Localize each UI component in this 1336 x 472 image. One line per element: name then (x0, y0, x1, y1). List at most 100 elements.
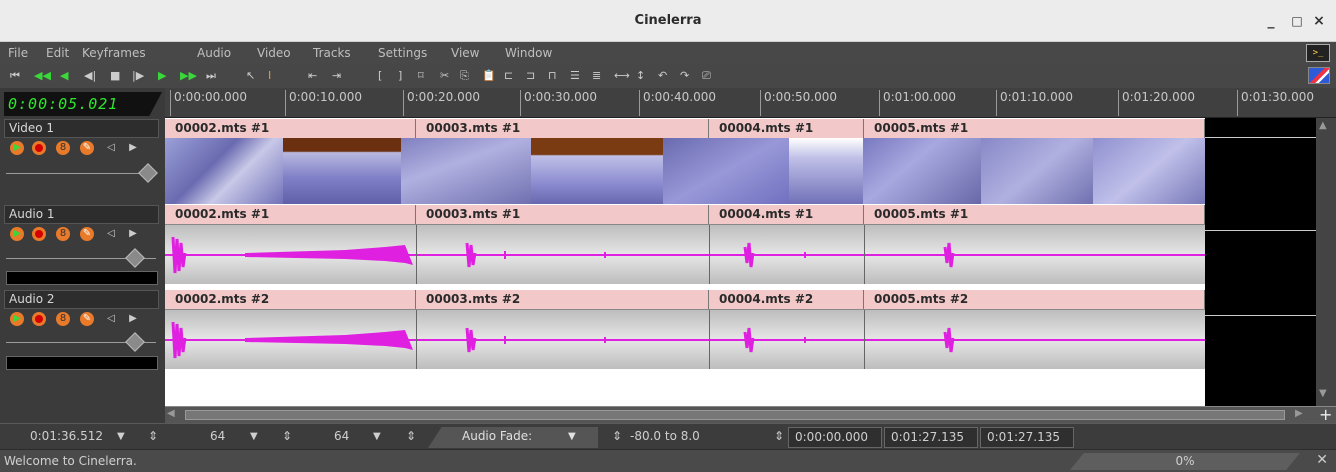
track-title-audio-2[interactable]: Audio 2 (4, 290, 159, 309)
toggle-label-icon[interactable]: ⌑ (418, 68, 424, 84)
label-prev-icon[interactable]: ⇤ (308, 68, 317, 84)
menu-file[interactable]: File (8, 46, 28, 60)
frame-back-icon[interactable]: ◀| (84, 68, 96, 84)
expand-track-icon[interactable]: ▶ (126, 312, 140, 326)
edit-title[interactable]: 00005.mts #1 (864, 205, 1205, 224)
track-title-video-1[interactable]: Video 1 (4, 119, 159, 138)
play-track-icon[interactable]: ▶ (10, 312, 24, 326)
vertical-scrollbar[interactable]: ▲ ▼ (1316, 118, 1336, 406)
cut-icon[interactable]: ✂ (440, 68, 449, 84)
menu-keyframes[interactable]: Keyframes (82, 46, 146, 60)
curve-range-field[interactable]: -80.0 to 8.0 (624, 427, 766, 448)
time-ruler[interactable]: 0:00:00.000 0:00:10.000 0:00:20.000 0:00… (165, 88, 1336, 118)
edit-title[interactable]: 00003.mts #1 (416, 119, 709, 138)
expand-track-icon[interactable]: ▶ (126, 141, 140, 155)
gang-track-icon[interactable]: 8 (56, 227, 70, 241)
mute-track-icon[interactable]: ◁ (104, 312, 118, 326)
edit-title[interactable]: 00003.mts #1 (416, 205, 709, 224)
copy-icon[interactable]: ⎘ (460, 68, 469, 84)
spin-arrows-icon[interactable]: ⇕ (148, 429, 158, 443)
gang-track-icon[interactable]: 8 (56, 141, 70, 155)
language-flag-icon[interactable] (1308, 67, 1330, 84)
mute-track-icon[interactable]: ◁ (104, 227, 118, 241)
dropdown-arrow-icon[interactable]: ▼ (250, 431, 258, 442)
record-track-icon[interactable] (32, 141, 46, 155)
dropdown-arrow-icon[interactable]: ▼ (373, 431, 381, 442)
edit-title[interactable]: 00002.mts #2 (165, 290, 416, 309)
sample-zoom-value[interactable]: 0:01:36.512 (30, 429, 103, 443)
play-track-icon[interactable]: ▶ (10, 141, 24, 155)
fader-knob[interactable] (125, 332, 145, 352)
ibeam-tool-icon[interactable]: I (268, 68, 271, 84)
fast-forward-icon[interactable]: ▶▶ (180, 68, 197, 84)
play-track-icon[interactable]: ▶ (10, 227, 24, 241)
play-reverse-icon[interactable]: ◀ (60, 68, 68, 84)
cancel-icon[interactable]: ✕ (1316, 452, 1328, 468)
scroll-thumb[interactable] (185, 410, 1285, 420)
menu-video[interactable]: Video (257, 46, 291, 60)
redo-icon[interactable]: ↷ (680, 68, 689, 84)
clear-icon[interactable]: ⎚ (702, 68, 711, 84)
stop-icon[interactable]: ■ (110, 68, 120, 84)
lift-icon[interactable]: ⊓ (548, 68, 557, 84)
record-track-icon[interactable] (32, 312, 46, 326)
amp-zoom-value[interactable]: 64 (210, 429, 225, 443)
command-prompt-icon[interactable]: >_ (1306, 44, 1330, 62)
edit-title[interactable]: 00004.mts #1 (709, 205, 864, 224)
gang-track-icon[interactable]: 8 (56, 312, 70, 326)
track-fader-video-1[interactable] (6, 173, 156, 174)
menu-tracks[interactable]: Tracks (313, 46, 351, 60)
undo-icon[interactable]: ↶ (658, 68, 667, 84)
dropdown-arrow-icon[interactable]: ▼ (568, 427, 576, 446)
scroll-up-icon[interactable]: ▲ (1319, 120, 1327, 131)
menu-settings[interactable]: Settings (378, 46, 427, 60)
edit-title[interactable]: 00004.mts #1 (709, 119, 864, 138)
rewind-start-icon[interactable]: ⏮ (10, 68, 20, 84)
spin-arrows-icon[interactable]: ⇕ (774, 429, 784, 443)
curve-mode-selector[interactable]: Audio Fade: ▼ (428, 427, 598, 448)
spin-arrows-icon[interactable]: ⇕ (282, 429, 292, 443)
track-zoom-value[interactable]: 64 (334, 429, 349, 443)
play-icon[interactable]: ▶ (158, 68, 166, 84)
menu-window[interactable]: Window (505, 46, 552, 60)
horizontal-scrollbar[interactable]: ◀ ▶ + (165, 405, 1336, 424)
record-track-icon[interactable] (32, 227, 46, 241)
selection-length-field[interactable]: 0:01:27.135 (980, 427, 1074, 448)
edit-title[interactable]: 00002.mts #1 (165, 119, 416, 138)
out-point-icon[interactable]: ] (398, 68, 402, 84)
draw-media-icon[interactable]: ✎ (80, 141, 94, 155)
menu-edit[interactable]: Edit (46, 46, 69, 60)
edit-title[interactable]: 00002.mts #1 (165, 205, 416, 224)
splice-icon[interactable]: ⊏ (504, 68, 513, 84)
fader-knob[interactable] (138, 163, 158, 183)
overwrite-icon[interactable]: ⊐ (526, 68, 535, 84)
fast-rewind-icon[interactable]: ◀◀ (34, 68, 51, 84)
fit-autos-icon[interactable]: ↕ (636, 68, 645, 84)
menu-audio[interactable]: Audio (197, 46, 231, 60)
arrow-tool-icon[interactable]: ↖ (246, 68, 255, 84)
expand-track-icon[interactable]: ▶ (126, 227, 140, 241)
scroll-down-icon[interactable]: ▼ (1319, 388, 1327, 399)
scroll-right-icon[interactable]: ▶ (1295, 408, 1303, 419)
selection-end-field[interactable]: 0:01:27.135 (884, 427, 978, 448)
edit-title[interactable]: 00005.mts #1 (864, 119, 1205, 138)
scroll-left-icon[interactable]: ◀ (167, 408, 175, 419)
draw-media-icon[interactable]: ✎ (80, 312, 94, 326)
extract-icon[interactable]: ☰ (570, 68, 580, 84)
zoom-plus-icon[interactable]: + (1319, 405, 1332, 424)
edit-title[interactable]: 00005.mts #2 (864, 290, 1205, 309)
close-button[interactable]: × (1306, 8, 1332, 34)
edit-title[interactable]: 00003.mts #2 (416, 290, 709, 309)
clip-icon[interactable]: ≣ (592, 68, 601, 84)
selection-start-field[interactable]: 0:00:00.000 (788, 427, 882, 448)
fader-knob[interactable] (125, 248, 145, 268)
paste-icon[interactable]: 📋 (482, 68, 496, 84)
menu-view[interactable]: View (451, 46, 479, 60)
label-next-icon[interactable]: ⇥ (332, 68, 341, 84)
jump-end-icon[interactable]: ⏭ (206, 68, 216, 84)
edit-title[interactable]: 00004.mts #2 (709, 290, 864, 309)
draw-media-icon[interactable]: ✎ (80, 227, 94, 241)
track-title-audio-1[interactable]: Audio 1 (4, 205, 159, 224)
minimize-button[interactable]: _ (1258, 8, 1284, 34)
in-point-icon[interactable]: [ (378, 68, 382, 84)
